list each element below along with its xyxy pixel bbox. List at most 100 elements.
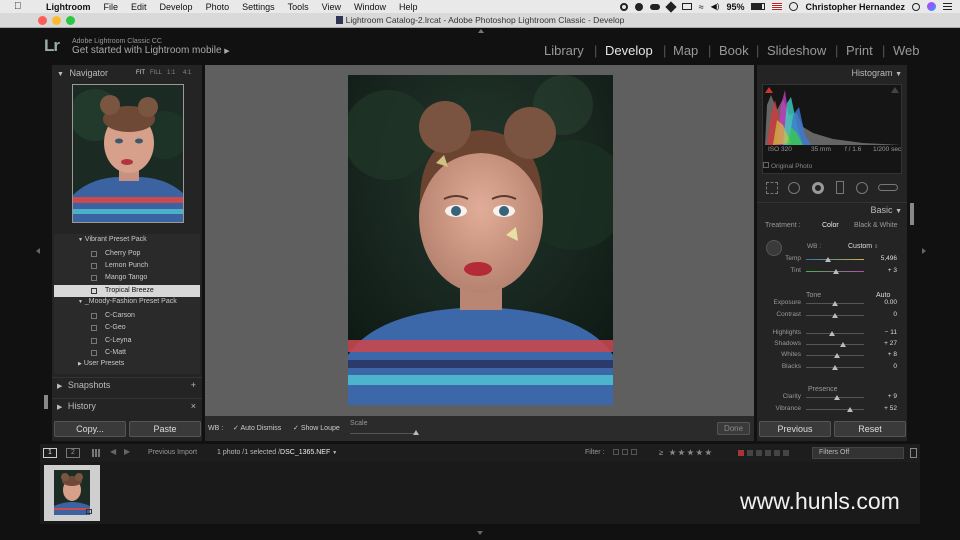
preset-item[interactable]: C-Leyna [54,335,200,347]
menu-tools[interactable]: Tools [288,2,309,12]
preset-group-user[interactable]: ▶ User Presets [78,360,124,367]
module-library[interactable]: Library [544,43,584,58]
apple-icon[interactable]:  [14,1,22,12]
slider-thumb-whites[interactable] [834,353,841,358]
original-photo-checkbox[interactable]: Original Photo [763,162,812,170]
right-scrollbar[interactable] [910,203,914,225]
module-slideshow[interactable]: Slideshow [767,43,826,58]
preset-group-vibrant[interactable]: ▼ Vibrant Preset Pack [78,236,147,243]
forward-arrow-icon[interactable]: ▶ [124,447,130,456]
slider-track-shadows[interactable] [806,344,864,345]
auto-dismiss-checkbox[interactable]: ✓ Auto Dismiss [233,424,281,432]
search-icon[interactable] [912,2,920,11]
preset-item[interactable]: Mango Tango [54,272,200,284]
menu-edit[interactable]: Edit [131,2,147,12]
menu-view[interactable]: View [322,2,341,12]
left-scrollbar[interactable] [44,395,48,409]
display-icon[interactable] [681,3,692,10]
menu-file[interactable]: File [104,2,119,12]
filter-lock-icon[interactable] [910,448,917,458]
slider-thumb-vibrance[interactable] [847,407,854,412]
module-develop[interactable]: Develop [605,43,653,58]
loupe-view[interactable] [205,65,754,416]
slider-thumb-shadows[interactable] [839,342,846,347]
second-window-button[interactable]: 2 [66,448,80,458]
filmstrip-source[interactable]: Previous Import [148,449,197,456]
volume-icon[interactable]: ◀) [711,2,720,11]
red-eye-icon[interactable] [812,182,824,194]
wb-eyedropper-icon[interactable] [766,240,782,256]
clock-icon[interactable] [789,2,799,11]
left-panel-toggle-icon[interactable] [36,248,40,254]
slider-thumb-temp[interactable] [825,257,832,262]
color-label-filters[interactable] [738,450,792,458]
done-button[interactable]: Done [717,422,750,435]
menu-window[interactable]: Window [354,2,386,12]
record-icon[interactable] [619,2,628,11]
clear-history-button[interactable]: × [191,399,196,413]
slider-track-temp[interactable] [806,259,864,260]
siri-icon[interactable] [927,2,936,11]
menu-help[interactable]: Help [399,2,418,12]
preset-item[interactable]: C-Matt [54,347,200,359]
slider-thumb-tint[interactable] [833,269,840,274]
battery-icon[interactable] [751,3,766,10]
slider-thumb-exposure[interactable] [832,301,838,306]
crop-tool-icon[interactable] [766,182,778,194]
module-web[interactable]: Web [893,43,920,58]
preset-item[interactable]: Lemon Punch [54,260,200,272]
preset-group-moody[interactable]: ▼ _Moody-Fashion Preset Pack [78,298,177,305]
module-book[interactable]: Book [719,43,749,58]
histogram-header[interactable]: Histogram ▼ [757,66,907,80]
scale-slider-thumb[interactable] [413,430,419,435]
preset-item[interactable]: C-Carson [54,310,200,322]
slider-thumb-highlights[interactable] [829,331,836,336]
star-rating-filter[interactable] [669,449,712,458]
preset-item[interactable]: Cherry Pop [54,248,200,260]
top-panel-toggle-icon[interactable] [478,29,484,33]
slider-value-clarity[interactable]: + 9 [867,393,897,400]
menu-photo[interactable]: Photo [206,2,230,12]
main-window-button[interactable]: 1 [43,448,57,458]
treatment-color[interactable]: Color [822,222,839,229]
dropbox-icon[interactable] [665,0,677,13]
highlight-clipping-icon[interactable] [891,87,899,93]
history-header[interactable]: ▶ History × [52,398,202,412]
bottom-panel-toggle-icon[interactable] [477,531,483,535]
navigator-header[interactable]: ▼ Navigator FIT FILL 1:1 4:1 [52,66,202,80]
scale-slider[interactable] [350,433,418,434]
filters-dropdown[interactable]: Filters Off [812,447,904,459]
user-name[interactable]: Christopher Hernandez [805,2,905,12]
filmstrip-status[interactable]: 1 photo /1 selected /DSC_1365.NEF ▼ [217,449,337,456]
preset-item[interactable]: C-Geo [54,322,200,334]
grid-icon[interactable] [92,449,100,457]
circle-icon[interactable] [634,2,643,11]
zoom-window-button[interactable] [66,16,75,25]
slider-thumb-clarity[interactable] [834,395,841,400]
slider-track-vibrance[interactable] [806,409,864,410]
slider-value-tint[interactable]: + 3 [867,267,897,274]
flag-filters[interactable] [613,449,640,457]
preset-item-selected[interactable]: Tropical Breeze [54,285,200,297]
menu-develop[interactable]: Develop [160,2,193,12]
paste-button[interactable]: Paste [129,421,201,437]
show-loupe-checkbox[interactable]: ✓ Show Loupe [293,424,340,432]
module-print[interactable]: Print [846,43,873,58]
slider-thumb-contrast[interactable] [832,313,838,318]
menu-settings[interactable]: Settings [242,2,275,12]
zoom-fit[interactable]: FIT [136,66,145,80]
flag-icon[interactable] [772,3,783,10]
graduated-filter-icon[interactable] [836,181,844,194]
snapshots-header[interactable]: ▶ Snapshots + [52,377,202,391]
filmstrip-thumbnail[interactable] [44,465,100,521]
menu-list-icon[interactable] [943,3,952,10]
close-window-button[interactable] [38,16,47,25]
rating-operator[interactable]: ≥ [659,448,663,457]
back-arrow-icon[interactable]: ◀ [110,447,116,456]
basic-header[interactable]: Basic ▼ [757,202,907,216]
wifi-icon[interactable]: ≈ [699,2,704,12]
slider-value-vibrance[interactable]: + 52 [867,405,897,412]
zoom-4-1[interactable]: 4:1 [183,66,191,80]
treatment-bw[interactable]: Black & White [854,222,898,229]
right-panel-toggle-icon[interactable] [922,248,926,254]
